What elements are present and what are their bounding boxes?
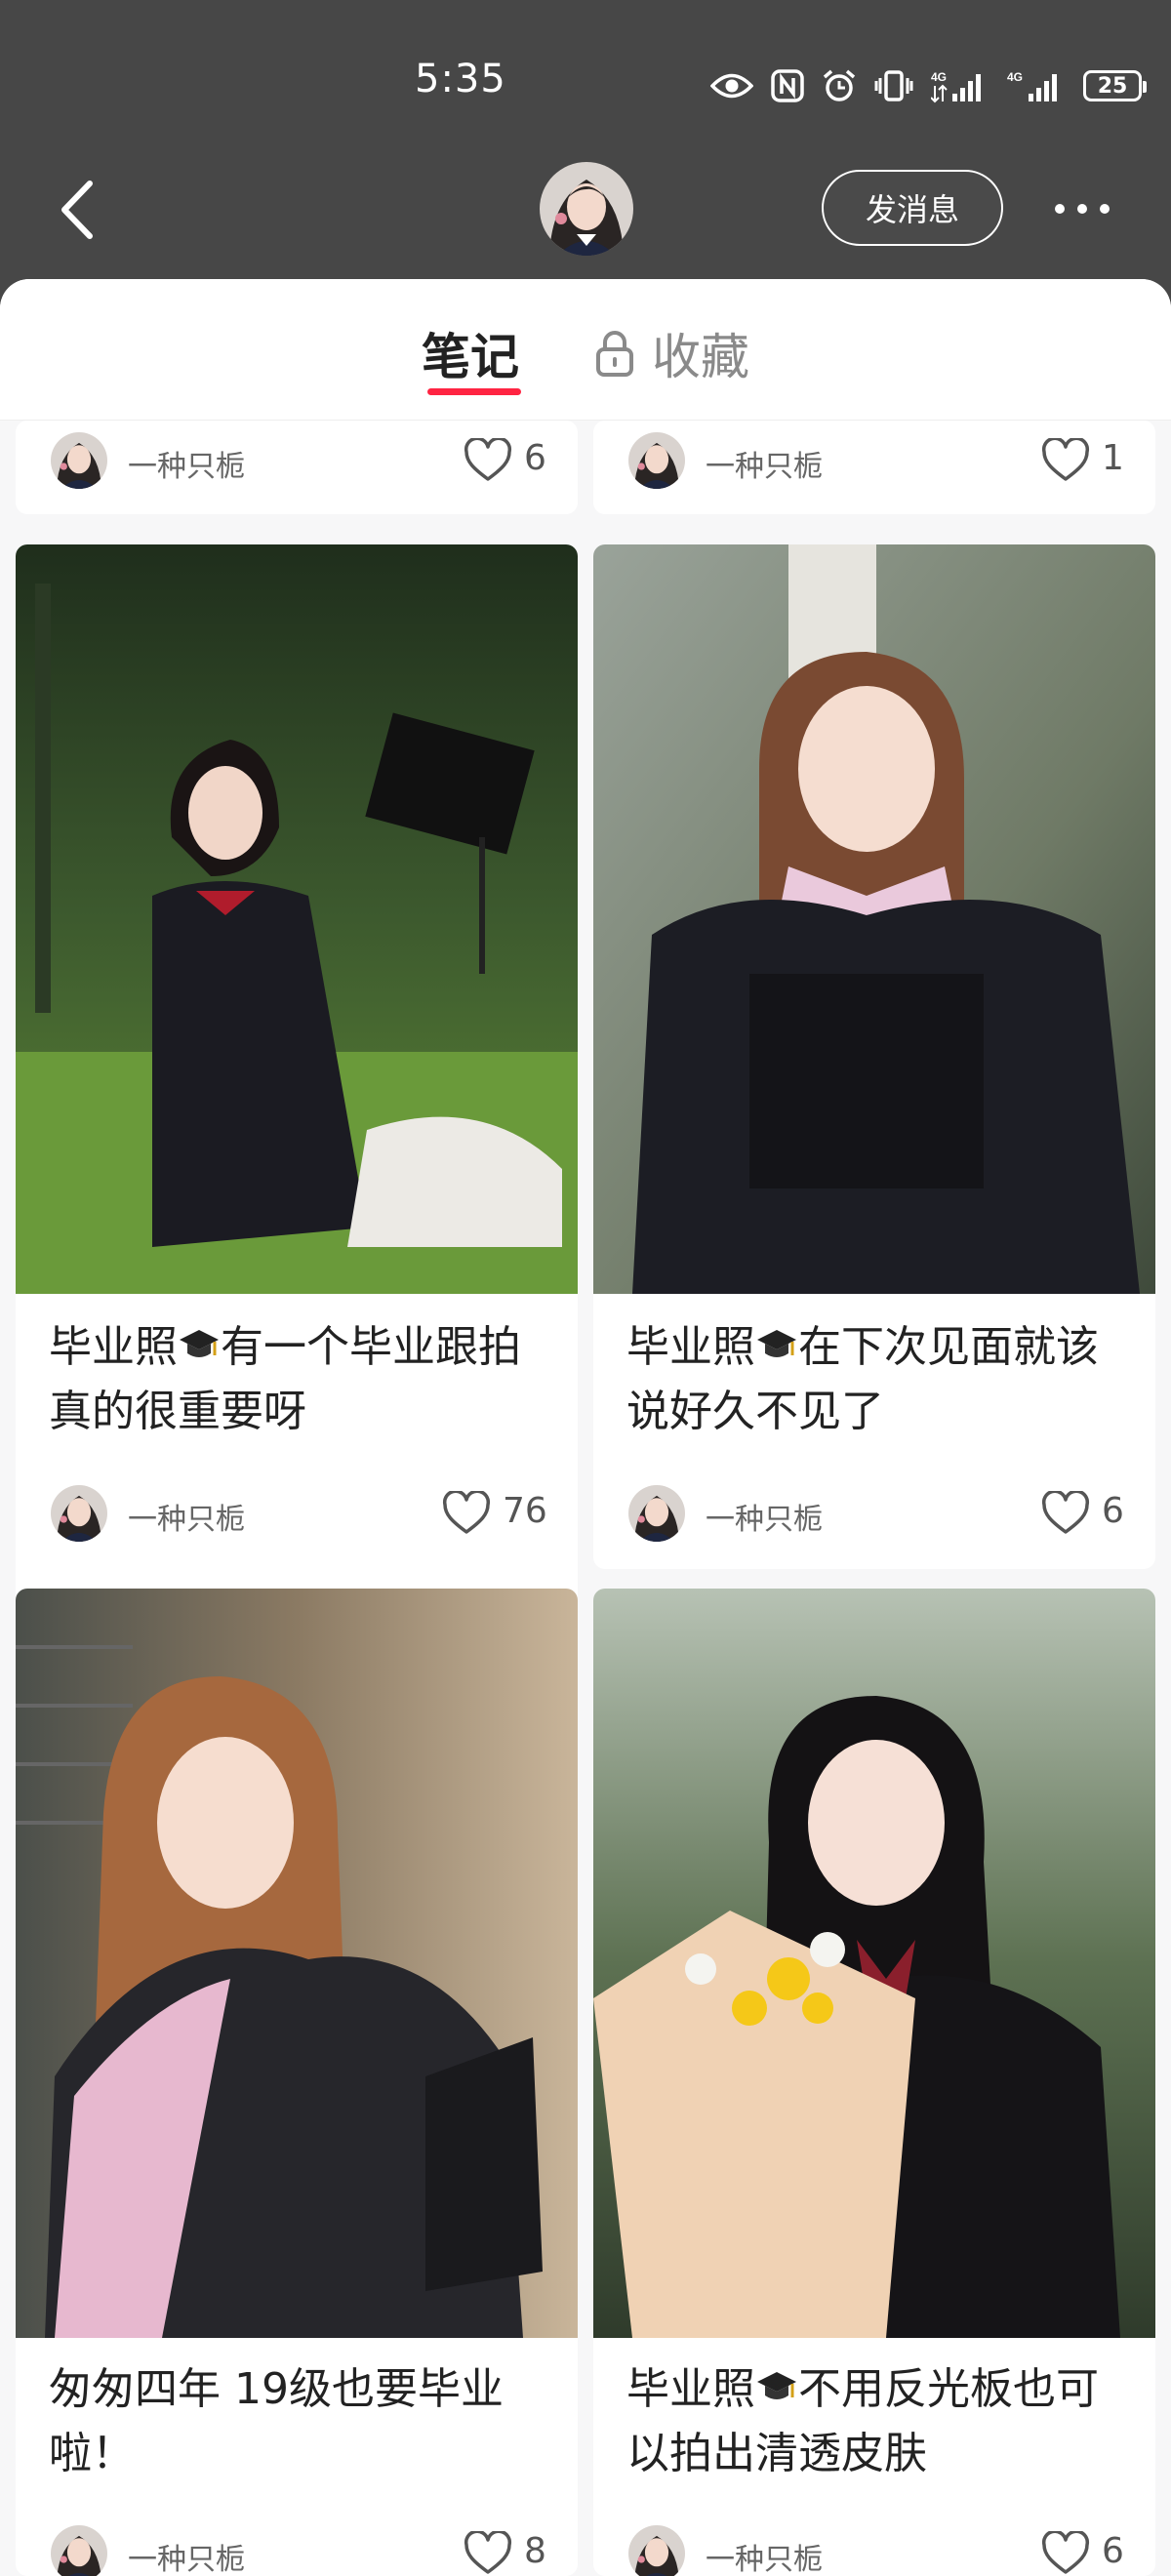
note-cover-image[interactable] — [16, 544, 578, 1294]
card-footer: 一种只栀 8 — [16, 2519, 578, 2576]
note-title[interactable]: 毕业照 有一个毕业跟拍真的很重要呀 — [49, 1315, 556, 1444]
nfc-icon — [771, 69, 804, 102]
note-card[interactable]: 毕业照 不用反光板也可以拍出清透皮肤 一种只栀 6 — [593, 1589, 1155, 2576]
note-title[interactable]: 毕业照 不用反光板也可以拍出清透皮肤 — [626, 2357, 1134, 2486]
like-count: 1 — [1102, 438, 1124, 478]
like-count: 6 — [524, 438, 546, 478]
note-title[interactable]: 毕业照 在下次见面就该说好久不见了 — [626, 1315, 1134, 1444]
tab-notes[interactable]: 笔记 — [422, 318, 519, 388]
battery-icon: 25 — [1083, 70, 1147, 101]
profile-nav-bar: 发消息 — [0, 146, 1171, 283]
note-card[interactable]: 匆匆四年 19级也要毕业啦！ 一种只栀 8 — [16, 1589, 578, 2576]
vibrate-icon — [874, 70, 913, 101]
title-prefix: 毕业照 — [626, 2364, 755, 2414]
graduation-cap-icon — [757, 2372, 796, 2399]
author-name[interactable]: 一种只栀 — [128, 442, 245, 485]
status-time: 5:35 — [415, 57, 506, 101]
heart-icon[interactable] — [1041, 438, 1090, 483]
author-avatar[interactable] — [628, 2525, 685, 2576]
eye-icon — [710, 73, 753, 99]
signal-icon: 4G — [1007, 70, 1057, 101]
author-name[interactable]: 一种只栀 — [706, 2535, 823, 2576]
note-cover-image[interactable] — [593, 1589, 1155, 2338]
title-prefix: 毕业照 — [626, 1322, 755, 1372]
status-icons: 4G 4G 25 — [710, 62, 1147, 109]
author-avatar[interactable] — [51, 432, 107, 489]
card-footer: 一种只栀 76 — [16, 1479, 578, 1548]
card-footer: 一种只栀 1 — [593, 426, 1155, 495]
note-card-partial[interactable]: 一种只栀 6 — [16, 421, 578, 514]
status-bar: 5:35 4G 4G 25 — [0, 0, 1171, 146]
graduation-cap-icon — [757, 1330, 796, 1357]
like-count: 6 — [1102, 2531, 1124, 2571]
author-name[interactable]: 一种只栀 — [128, 2535, 245, 2576]
card-footer: 一种只栀 6 — [16, 426, 578, 495]
send-message-button[interactable]: 发消息 — [822, 170, 1003, 246]
note-card[interactable]: 毕业照 在下次见面就该说好久不见了 一种只栀 6 — [593, 544, 1155, 1569]
author-name[interactable]: 一种只栀 — [706, 442, 823, 485]
heart-icon[interactable] — [464, 2531, 512, 2576]
graduation-cap-icon — [180, 1330, 219, 1357]
note-title[interactable]: 匆匆四年 19级也要毕业啦！ — [49, 2357, 556, 2486]
tab-favorites[interactable]: 收藏 — [595, 318, 749, 388]
author-name[interactable]: 一种只栀 — [706, 1495, 823, 1538]
author-avatar[interactable] — [51, 1485, 107, 1542]
card-footer: 一种只栀 6 — [593, 2519, 1155, 2576]
heart-icon[interactable] — [1041, 1491, 1090, 1536]
alarm-icon — [823, 69, 856, 101]
like-count: 76 — [503, 1491, 547, 1531]
tab-active-indicator — [427, 388, 521, 395]
heart-icon[interactable] — [1041, 2531, 1090, 2576]
card-footer: 一种只栀 6 — [593, 1479, 1155, 1548]
note-card[interactable]: 毕业照 有一个毕业跟拍真的很重要呀 一种只栀 76 — [16, 544, 578, 1569]
like-count: 6 — [1102, 1491, 1124, 1531]
like-count: 8 — [524, 2531, 546, 2571]
author-name[interactable]: 一种只栀 — [128, 1495, 245, 1538]
note-card-partial[interactable]: 一种只栀 1 — [593, 421, 1155, 514]
more-dots-icon[interactable] — [1048, 189, 1116, 228]
battery-level: 25 — [1097, 73, 1128, 99]
lock-icon — [596, 331, 633, 377]
heart-icon[interactable] — [442, 1491, 491, 1536]
avatar[interactable] — [540, 162, 633, 256]
author-avatar[interactable] — [51, 2525, 107, 2576]
note-cover-image[interactable] — [593, 544, 1155, 1294]
chevron-left-icon[interactable] — [49, 176, 107, 244]
svg-text:4G: 4G — [1007, 70, 1023, 84]
heart-icon[interactable] — [464, 438, 512, 483]
author-avatar[interactable] — [628, 432, 685, 489]
author-avatar[interactable] — [628, 1485, 685, 1542]
svg-text:4G: 4G — [931, 70, 947, 84]
signal-icon: 4G — [931, 70, 981, 103]
tab-bar: 笔记 收藏 — [0, 279, 1171, 421]
tab-favorites-label: 收藏 — [652, 329, 749, 385]
note-cover-image[interactable] — [16, 1589, 578, 2338]
title-prefix: 毕业照 — [49, 1322, 178, 1372]
